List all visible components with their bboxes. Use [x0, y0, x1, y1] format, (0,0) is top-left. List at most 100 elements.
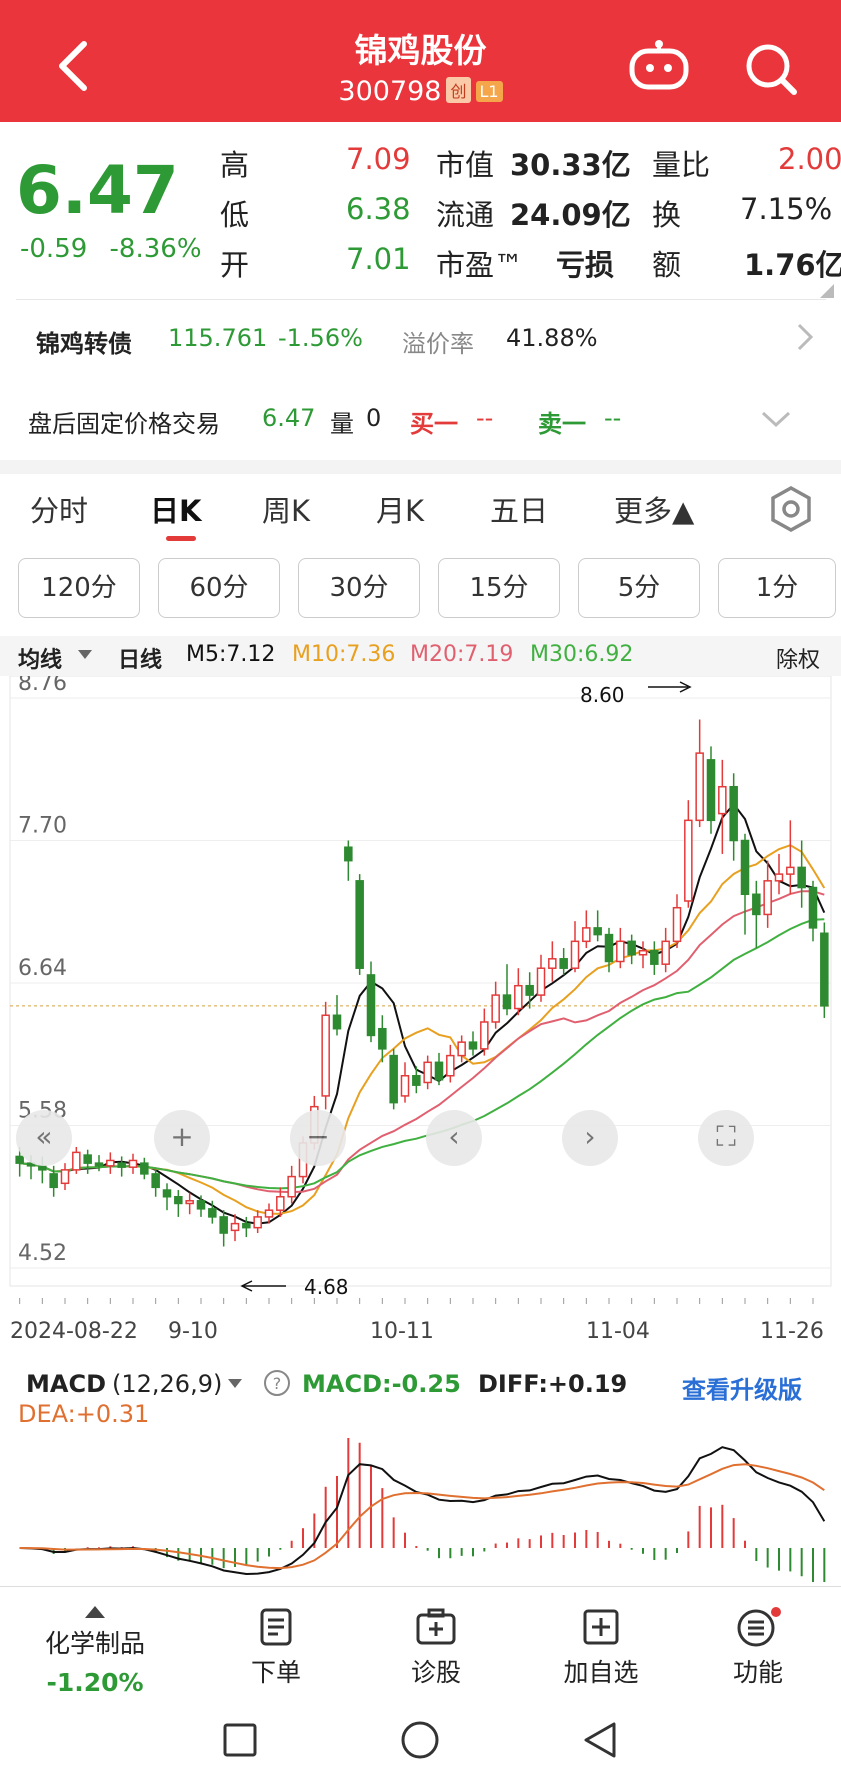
candle-body: [242, 1222, 251, 1229]
candle-body: [230, 1222, 240, 1232]
caret-up-icon: [85, 1606, 105, 1618]
functions-button[interactable]: 功能: [708, 1607, 808, 1689]
bond-price: 115.761: [168, 324, 268, 352]
scroll-left-button[interactable]: ‹: [426, 1110, 482, 1166]
candle-body: [378, 1027, 387, 1050]
tab-more[interactable]: 更多▲: [614, 488, 694, 530]
candle-body: [344, 846, 353, 862]
system-nav-bar: [0, 1702, 841, 1782]
zoom-out-far-button[interactable]: «: [16, 1110, 72, 1166]
tab-five-day[interactable]: 五日: [490, 488, 548, 530]
period-30m-button[interactable]: 30分: [298, 558, 420, 618]
chevron-right-icon[interactable]: [796, 322, 814, 352]
price-change: -0.59 -8.36%: [20, 234, 202, 264]
svg-text:?: ?: [273, 1374, 282, 1393]
candle-body: [672, 906, 682, 943]
quote-panel: 6.47 -0.59 -8.36% 高 7.09 低 6.38 开 7.01 市…: [0, 122, 841, 300]
kline-type: 日线: [118, 648, 163, 673]
ma-legend: 均线 日线 M5:7.12 M10:7.36 M20:7.19 M30:6.92…: [0, 636, 841, 676]
period-15m-button[interactable]: 15分: [438, 558, 560, 618]
sector-name: 化学制品: [44, 1629, 145, 1658]
candle-body: [276, 1196, 285, 1211]
volume-ratio-label: 量比: [652, 148, 711, 182]
period-5m-button[interactable]: 5分: [578, 558, 700, 618]
upgrade-link[interactable]: 查看升级版: [682, 1370, 802, 1405]
candle-body: [729, 785, 738, 842]
float-label: 流通: [436, 198, 495, 232]
candle-body: [502, 994, 512, 1010]
candle-body: [593, 927, 602, 936]
search-icon[interactable]: [744, 42, 798, 96]
back-triangle-icon[interactable]: [580, 1720, 620, 1760]
level-tag: L1: [475, 81, 503, 102]
candle-body: [208, 1208, 217, 1218]
period-1m-button[interactable]: 1分: [718, 558, 836, 618]
candle-body: [718, 785, 727, 815]
candle-body: [332, 1014, 342, 1030]
diff-line: [19, 1446, 826, 1576]
order-button[interactable]: 下单: [226, 1607, 326, 1689]
scroll-right-button[interactable]: ›: [562, 1110, 618, 1166]
candle-body: [570, 940, 580, 969]
y-tick-label: 8.76: [18, 676, 67, 696]
low-value: 6.38: [346, 192, 411, 226]
zoom-out-button[interactable]: −: [290, 1110, 346, 1166]
diagnose-button[interactable]: 诊股: [386, 1607, 486, 1689]
home-circle-icon[interactable]: [400, 1720, 440, 1760]
diagnose-label: 诊股: [410, 1658, 461, 1687]
after-hours-row[interactable]: 盘后固定价格交易 6.47 量 0 买一 -- 卖一 --: [0, 380, 841, 460]
dropdown-triangle-icon[interactable]: [78, 650, 92, 660]
recents-square-icon[interactable]: [222, 1722, 258, 1758]
candle-body: [355, 880, 364, 969]
macd-label[interactable]: MACD: [26, 1370, 106, 1398]
expand-corner-icon[interactable]: [816, 284, 834, 298]
period-60m-button[interactable]: 60分: [158, 558, 280, 618]
macd-chart: [19, 1438, 826, 1582]
candle-body: [196, 1200, 206, 1210]
zoom-in-button[interactable]: +: [154, 1110, 210, 1166]
turnover-label: 换: [652, 198, 682, 232]
candle-body: [774, 873, 784, 882]
candle-body: [706, 759, 716, 822]
add-watchlist-button[interactable]: 加自选: [546, 1607, 656, 1689]
app-header: 锦鸡股份 300798 创 L1: [0, 0, 841, 122]
tab-monthly-k[interactable]: 月K: [376, 488, 424, 530]
candle-body: [49, 1173, 58, 1189]
adjust-button[interactable]: 除权: [776, 642, 820, 674]
candle-body: [151, 1173, 160, 1189]
candle-body: [321, 1014, 330, 1097]
amount-label: 额: [652, 248, 682, 282]
y-tick-label: 6.64: [18, 956, 67, 981]
period-120m-button[interactable]: 120分: [18, 558, 140, 618]
y-tick-label: 4.52: [18, 1241, 67, 1266]
y-tick-label: 7.70: [18, 814, 67, 839]
dropdown-triangle-icon[interactable]: [228, 1379, 242, 1389]
candle-body: [684, 819, 693, 902]
tab-daily-k[interactable]: 日K: [150, 488, 201, 541]
board-tag: 创: [446, 77, 471, 103]
volume-ratio-value: 2.00: [778, 142, 841, 176]
convertible-bond-row[interactable]: 锦鸡转债 115.761 -1.56% 溢价率 41.88%: [0, 300, 841, 380]
tab-intraday[interactable]: 分时: [30, 488, 88, 530]
fullscreen-button[interactable]: ⛶: [698, 1110, 754, 1166]
kline-chart[interactable]: 8.767.706.645.584.528.604.682024-08-229-…: [0, 671, 841, 1356]
ma-selector[interactable]: 均线: [18, 642, 62, 674]
chevron-right-icon: ›: [584, 1120, 596, 1153]
after-hours-vol: 0: [366, 404, 382, 432]
settings-hex-icon[interactable]: [766, 484, 816, 534]
help-icon[interactable]: ?: [262, 1368, 292, 1398]
ma10-line: [19, 844, 826, 1215]
robot-assistant-icon[interactable]: [628, 40, 690, 90]
sector-button[interactable]: 化学制品 -1.20%: [30, 1595, 160, 1697]
mcap-value: 30.33亿: [510, 148, 631, 182]
change-pct: -8.36%: [109, 234, 202, 264]
candle-body: [72, 1151, 81, 1171]
tab-weekly-k[interactable]: 周K: [262, 488, 310, 530]
minus-icon: −: [306, 1120, 330, 1153]
chevron-down-icon[interactable]: [760, 410, 792, 428]
menu-circle-icon: [737, 1607, 781, 1647]
candle-body: [412, 1075, 421, 1086]
order-label: 下单: [250, 1658, 301, 1687]
bond-name: 锦鸡转债: [36, 330, 132, 358]
candle-body: [185, 1200, 194, 1205]
